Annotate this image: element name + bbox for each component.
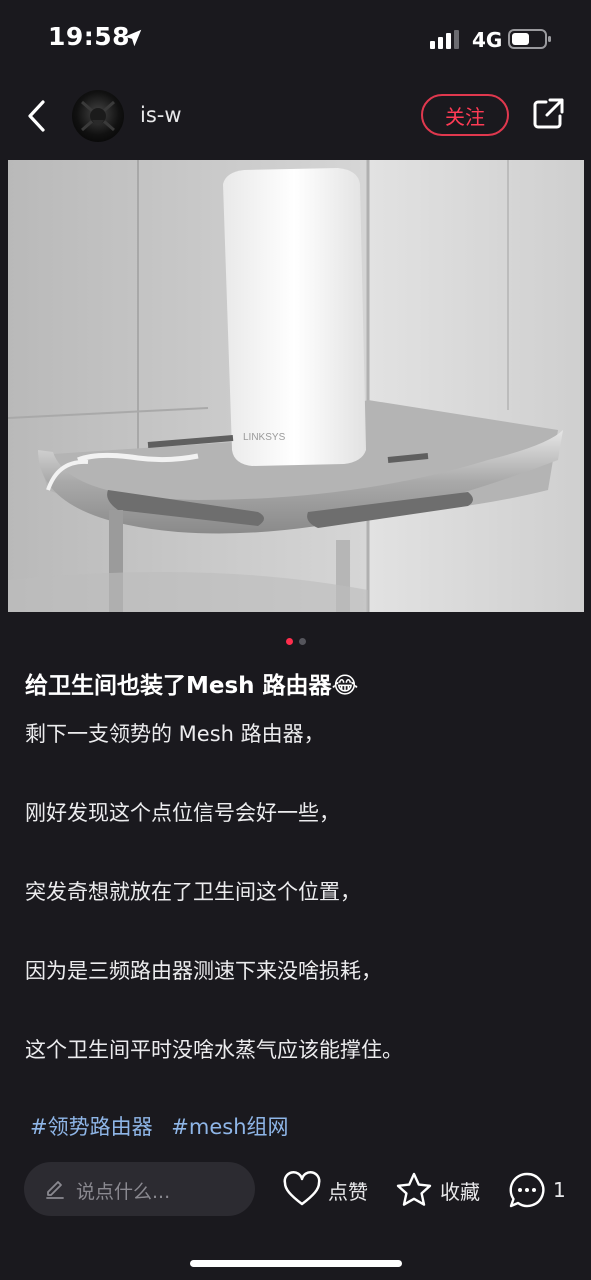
star-icon [396, 1172, 432, 1206]
post-body-line: 因为是三频路由器测速下来没啥损耗， [25, 959, 382, 983]
post-header: is-w 关注 [0, 86, 591, 146]
carousel-indicator [0, 638, 591, 645]
status-bar: 19:58 4G [0, 0, 591, 80]
location-arrow-icon [124, 29, 142, 47]
battery-icon [508, 29, 551, 49]
status-time: 19:58 [48, 22, 131, 51]
collect-label: 收藏 [440, 1179, 480, 1204]
pencil-icon [46, 1181, 64, 1199]
post-title: 给卫生间也装了Mesh 路由器😂 [25, 673, 359, 699]
comment-button[interactable]: 1 [507, 1168, 566, 1212]
tag-link[interactable]: #领势路由器 [30, 1115, 153, 1139]
share-icon[interactable] [530, 96, 566, 132]
collect-button[interactable]: 收藏 [394, 1168, 480, 1212]
tag-link[interactable]: #mesh组网 [171, 1115, 288, 1139]
carousel-dot[interactable] [298, 638, 306, 645]
comment-count: 1 [553, 1178, 566, 1202]
post-tags: #领势路由器 #mesh组网 [30, 1111, 301, 1141]
author-username[interactable]: is-w [140, 103, 182, 127]
post-body-line: 这个卫生间平时没啥水蒸气应该能撑住。 [25, 1038, 403, 1062]
back-icon[interactable] [22, 96, 52, 136]
post-body-line: 剩下一支领势的 Mesh 路由器， [25, 722, 325, 746]
carousel-dot-active[interactable] [285, 638, 293, 645]
comment-bubble-icon [509, 1172, 545, 1208]
like-label: 点赞 [328, 1179, 368, 1204]
comment-placeholder: 说点什么... [76, 1181, 171, 1203]
heart-icon [283, 1171, 321, 1206]
home-indicator[interactable] [190, 1260, 402, 1267]
post-body-line: 突发奇想就放在了卫生间这个位置， [25, 880, 361, 904]
router-on-shelf-image: LINKSYS [8, 160, 584, 612]
cellular-signal-icon [430, 30, 459, 49]
post-body-line: 刚好发现这个点位信号会好一些， [25, 801, 340, 825]
post-photo[interactable]: LINKSYS [8, 160, 584, 612]
comment-input[interactable]: 说点什么... [24, 1162, 255, 1216]
follow-button[interactable]: 关注 [421, 94, 509, 136]
network-type: 4G [472, 28, 503, 52]
like-button[interactable]: 点赞 [282, 1168, 368, 1212]
author-avatar[interactable] [72, 90, 124, 142]
router-brand-text: LINKSYS [243, 432, 286, 443]
